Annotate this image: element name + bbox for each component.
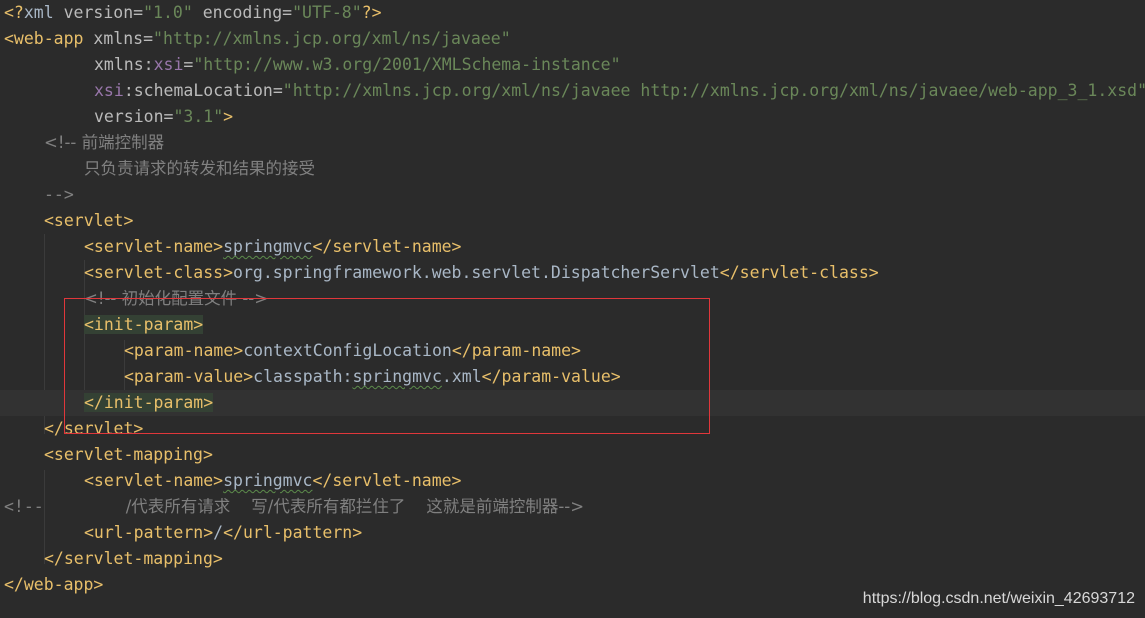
code-line-11[interactable]: <servlet-class>org.springframework.web.s…: [0, 260, 1145, 286]
xml-tag: <servlet-name>: [84, 237, 224, 256]
xml-tag: </servlet-name>: [312, 237, 462, 256]
xml-value: "1.0": [143, 3, 193, 22]
xml-tag: <servlet-mapping>: [44, 445, 213, 464]
xml-value: "3.1": [173, 107, 224, 126]
xml-value: "http://xmlns.jcp.org/xml/ns/javaee": [153, 29, 511, 48]
code-line-10[interactable]: <servlet-name>springmvc</servlet-name>: [0, 234, 1145, 260]
xml-tag: <url-pattern>: [84, 523, 214, 542]
xml-tag: </servlet-class>: [719, 263, 879, 282]
code-editor[interactable]: <?xml version="1.0" encoding="UTF-8"?> <…: [0, 0, 1145, 618]
xml-value: "http://xmlns.jcp.org/xml/ns/javaee http…: [282, 81, 1145, 100]
xml-tag: <servlet-name>: [84, 471, 224, 490]
xml-attr: =: [183, 55, 194, 74]
xml-attr: :schemaLocation=: [123, 81, 283, 100]
xml-value: "UTF-8": [292, 3, 362, 22]
xml-tag: </url-pattern>: [223, 523, 363, 542]
code-line-2[interactable]: <web-app xmlns="http://xmlns.jcp.org/xml…: [0, 26, 1145, 52]
xml-text: org.springframework.web.servlet.Dispatch…: [233, 263, 720, 282]
xml-attr: xmlns=: [83, 29, 154, 48]
xml-pi-name: xml: [23, 3, 54, 22]
xml-pi-open: <?: [4, 3, 24, 22]
annotation-highlight-box: [64, 298, 710, 434]
xml-comment: 只负责请求的转发和结果的接受: [84, 159, 315, 178]
xml-tag: <servlet-class>: [84, 263, 234, 282]
xml-pi-close: ?>: [361, 3, 382, 22]
code-line-7[interactable]: 只负责请求的转发和结果的接受: [0, 156, 1145, 182]
xml-value: "http://www.w3.org/2001/XMLSchema-instan…: [193, 55, 621, 74]
xml-comment: /代表所有请求 写/代表所有都拦住了 这就是前端控制器-->: [125, 497, 585, 516]
xml-namespace: xsi: [153, 55, 184, 74]
code-line-20[interactable]: <!-- /代表所有请求 写/代表所有都拦住了 这就是前端控制器-->: [0, 494, 1145, 520]
code-line-8[interactable]: -->: [0, 182, 1145, 208]
xml-namespace: xsi: [94, 81, 124, 100]
code-line-18[interactable]: <servlet-mapping>: [0, 442, 1145, 468]
code-line-5[interactable]: version="3.1">: [0, 104, 1145, 130]
xml-tag: </web-app>: [4, 575, 104, 594]
xml-attr: encoding=: [192, 3, 293, 22]
xml-tag: <servlet>: [44, 211, 134, 230]
code-line-6[interactable]: <!-- 前端控制器: [0, 130, 1145, 156]
xml-tag: >: [223, 107, 234, 126]
xml-attr: xmlns:: [94, 55, 154, 74]
xml-comment: -->: [44, 185, 74, 204]
code-line-21[interactable]: <url-pattern>/</url-pattern>: [0, 520, 1145, 546]
xml-text: springmvc: [223, 471, 313, 490]
xml-text: springmvc: [223, 237, 313, 256]
code-line-3[interactable]: xmlns:xsi="http://www.w3.org/2001/XMLSch…: [0, 52, 1145, 78]
code-line-4[interactable]: xsi:schemaLocation="http://xmlns.jcp.org…: [0, 78, 1145, 104]
xml-comment: <!-- 前端控制器: [44, 133, 165, 152]
xml-tag: </servlet-name>: [312, 471, 462, 490]
xml-tag: <web-app: [4, 29, 84, 48]
watermark-url: https://blog.csdn.net/weixin_42693712: [862, 590, 1135, 607]
xml-tag: </servlet-mapping>: [44, 549, 223, 568]
xml-attr: version=: [94, 107, 174, 126]
code-line-9[interactable]: <servlet>: [0, 208, 1145, 234]
xml-text: /: [213, 523, 224, 542]
xml-comment: <!--: [4, 497, 44, 516]
code-line-19[interactable]: <servlet-name>springmvc</servlet-name>: [0, 468, 1145, 494]
code-line-1[interactable]: <?xml version="1.0" encoding="UTF-8"?>: [0, 0, 1145, 26]
xml-attr: version=: [53, 3, 144, 22]
code-line-22[interactable]: </servlet-mapping>: [0, 546, 1145, 572]
